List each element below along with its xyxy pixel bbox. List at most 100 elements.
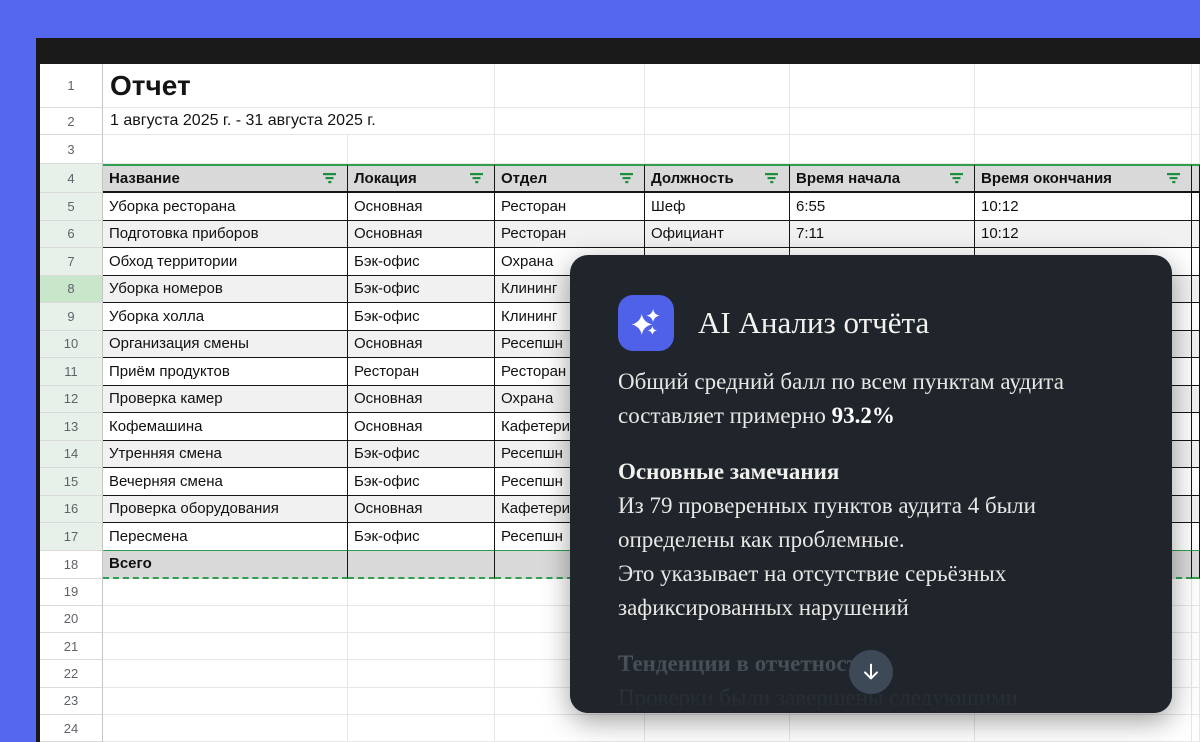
row-header[interactable]: 3 [40,135,103,164]
cell-name[interactable]: Уборка ресторана [103,193,348,221]
cell[interactable] [790,108,975,135]
row-header[interactable]: 16 [40,495,103,523]
cell[interactable] [1192,413,1200,441]
cell-name[interactable]: Утренняя смена [103,440,348,468]
cell-name[interactable]: Подготовка приборов [103,220,348,248]
cell-name[interactable]: Уборка холла [103,303,348,331]
cell[interactable] [348,714,495,742]
filter-icon[interactable] [949,172,965,185]
cell[interactable] [790,135,975,164]
cell[interactable] [348,633,495,661]
cell[interactable] [790,64,975,108]
row-header[interactable]: 18 [40,550,103,579]
cell-location[interactable]: Бэк-офис [348,468,495,496]
filter-icon[interactable] [1166,172,1182,185]
cell-location[interactable]: Бэк-офис [348,248,495,276]
cell-location[interactable]: Основная [348,220,495,248]
cell-position[interactable]: Шеф [645,193,790,221]
cell[interactable] [495,135,645,164]
cell-location[interactable]: Основная [348,413,495,441]
cell-location[interactable]: Бэк-офис [348,440,495,468]
cell[interactable] [103,660,348,688]
cell[interactable] [103,633,348,661]
cell[interactable] [103,714,348,742]
row-header[interactable]: 4 [40,164,103,193]
cell-location[interactable]: Основная [348,330,495,358]
cell-location[interactable]: Бэк-офис [348,303,495,331]
cell-start-time[interactable]: 6:55 [790,193,975,221]
column-header-position[interactable]: Должность [645,164,790,193]
cell[interactable] [103,687,348,715]
cell-end-time[interactable]: 10:12 [975,220,1192,248]
column-header-start-time[interactable]: Время начала [790,164,975,193]
cell[interactable] [975,714,1192,742]
row-header[interactable]: 13 [40,413,103,441]
row-header[interactable]: 21 [40,633,103,661]
cell[interactable] [1192,220,1200,248]
cell[interactable] [1192,468,1200,496]
cell[interactable] [975,135,1192,164]
row-header-selected[interactable]: 8 [40,275,103,303]
cell-end-time[interactable]: 10:12 [975,193,1192,221]
cell[interactable] [645,714,790,742]
cell[interactable] [1192,358,1200,386]
row-header[interactable]: 5 [40,193,103,221]
cell[interactable] [348,550,495,579]
row-header[interactable]: 15 [40,468,103,496]
cell[interactable] [495,64,645,108]
cell-department[interactable]: Ресторан [495,193,645,221]
cell-name[interactable]: Пересмена [103,523,348,551]
cell[interactable] [1192,248,1200,276]
row-header[interactable]: 11 [40,358,103,386]
row-header[interactable]: 17 [40,523,103,551]
cell[interactable] [103,605,348,634]
cell[interactable] [1192,108,1200,135]
cell-location[interactable]: Основная [348,385,495,413]
cell[interactable] [645,108,790,135]
cell[interactable] [1192,385,1200,413]
cell-name[interactable]: Вечерняя смена [103,468,348,496]
column-header-department[interactable]: Отдел [495,164,645,193]
cell[interactable] [790,714,975,742]
cell-name[interactable]: Проверка камер [103,385,348,413]
cell-name[interactable]: Организация смены [103,330,348,358]
cell[interactable] [103,578,348,606]
cell[interactable] [645,64,790,108]
filter-icon[interactable] [764,172,780,185]
cell[interactable] [1192,687,1200,715]
row-header[interactable]: 1 [40,64,103,108]
cell[interactable] [1192,550,1200,579]
column-header-end-time[interactable]: Время окончания [975,164,1192,193]
row-header[interactable]: 24 [40,714,103,742]
cell[interactable] [1192,303,1200,331]
column-header-location[interactable]: Локация [348,164,495,193]
cell-name[interactable]: Проверка оборудования [103,495,348,523]
cell[interactable] [103,135,348,164]
cell-start-time[interactable]: 7:11 [790,220,975,248]
row-header[interactable]: 7 [40,248,103,276]
cell[interactable] [1192,495,1200,523]
cell[interactable] [975,64,1192,108]
cell[interactable] [1192,275,1200,303]
cell[interactable] [1192,578,1200,606]
cell[interactable] [348,578,495,606]
column-header-extra[interactable] [1192,164,1200,193]
cell-name[interactable]: Кофемашина [103,413,348,441]
row-header[interactable]: 9 [40,303,103,331]
cell[interactable] [1192,330,1200,358]
cell-location[interactable]: Основная [348,193,495,221]
cell-location[interactable]: Бэк-офис [348,523,495,551]
cell[interactable] [975,108,1192,135]
cell[interactable] [1192,660,1200,688]
cell[interactable] [1192,714,1200,742]
filter-icon[interactable] [469,172,485,185]
cell-position[interactable]: Официант [645,220,790,248]
cell[interactable] [495,714,645,742]
total-label-cell[interactable]: Всего [103,550,348,579]
cell-location[interactable]: Ресторан [348,358,495,386]
cell-department[interactable]: Ресторан [495,220,645,248]
report-title-cell[interactable]: Отчет [103,64,495,108]
row-header[interactable]: 12 [40,385,103,413]
cell[interactable] [1192,523,1200,551]
cell[interactable] [348,135,495,164]
